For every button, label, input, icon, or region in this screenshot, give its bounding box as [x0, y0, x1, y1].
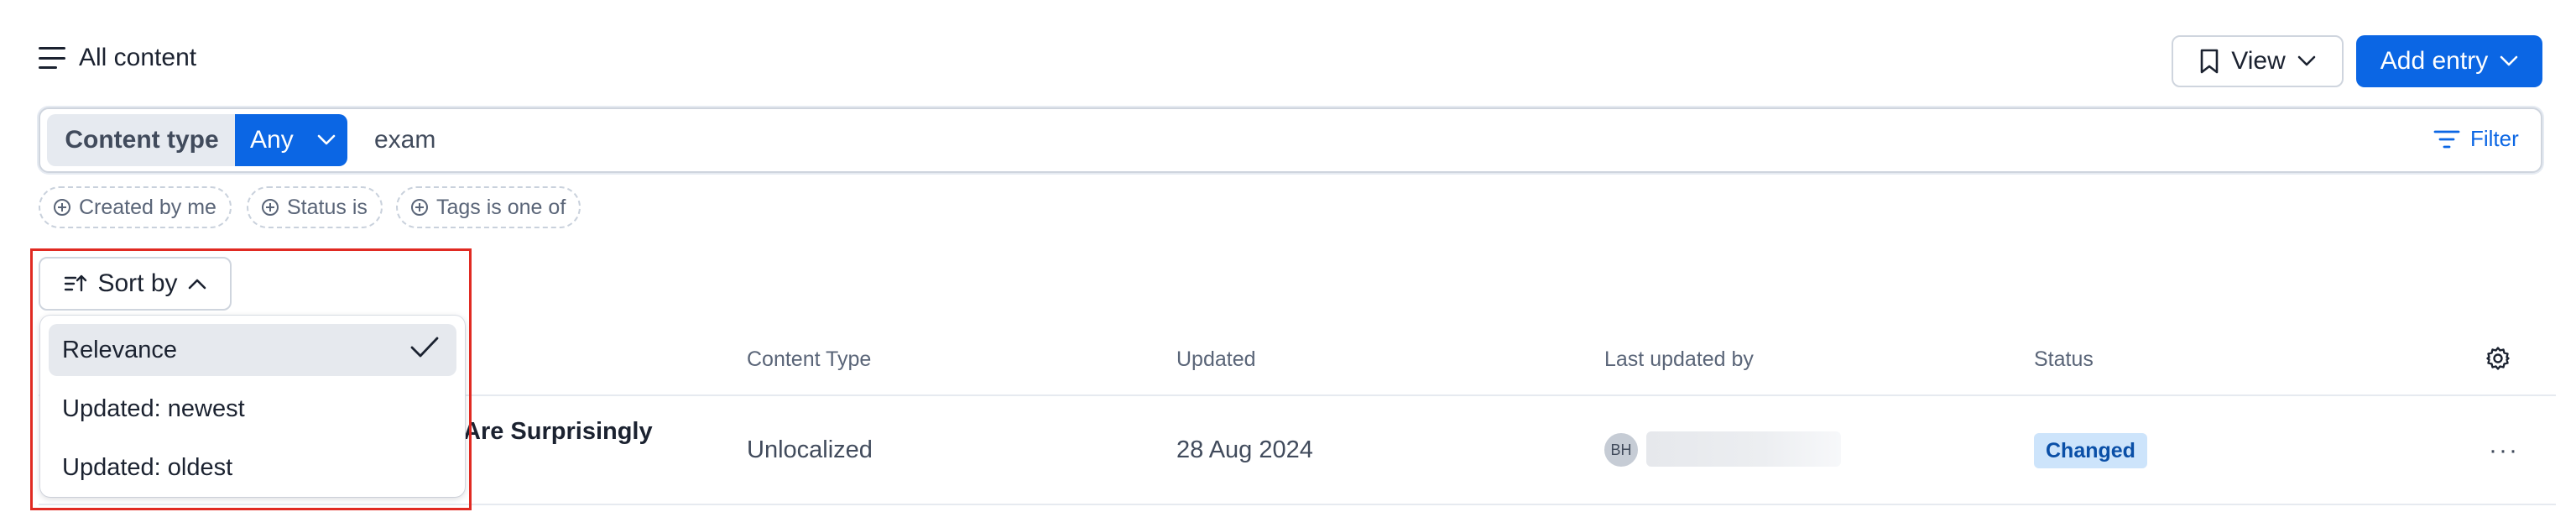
chip-label: Status is: [287, 195, 368, 219]
column-header-updated[interactable]: Updated: [1176, 347, 1256, 372]
avatar: BH: [1603, 431, 1640, 468]
view-button-label: View: [2231, 47, 2286, 75]
plus-circle-icon: [411, 199, 428, 216]
content-type-select[interactable]: Any: [235, 114, 347, 166]
column-header-content-type[interactable]: Content Type: [747, 347, 871, 372]
filter-label: Filter: [2470, 126, 2519, 151]
chip-tags-is-one-of[interactable]: Tags is one of: [396, 186, 581, 228]
search-input[interactable]: [374, 118, 2388, 163]
chip-label: Created by me: [79, 195, 216, 219]
filter-icon: [2433, 130, 2460, 148]
chip-label: Tags is one of: [436, 195, 566, 219]
view-button[interactable]: View: [2172, 35, 2344, 87]
column-header-last-updated-by[interactable]: Last updated by: [1604, 347, 1754, 372]
cell-updated: 28 Aug 2024: [1176, 436, 1313, 463]
content-type-value: Any: [250, 126, 294, 154]
blurred-user-name: [1646, 431, 1841, 467]
add-entry-button[interactable]: Add entry: [2356, 35, 2542, 87]
gear-icon[interactable]: [2485, 346, 2511, 371]
add-entry-label: Add entry: [2380, 47, 2489, 75]
status-badge: Changed: [2034, 433, 2147, 468]
chip-created-by-me[interactable]: Created by me: [39, 186, 232, 228]
plus-circle-icon: [262, 199, 279, 216]
chevron-down-icon: [317, 134, 336, 145]
plus-circle-icon: [54, 199, 70, 216]
chevron-down-icon: [2297, 55, 2316, 66]
cell-content-type: Unlocalized: [747, 436, 873, 463]
bookmark-icon: [2200, 49, 2219, 74]
more-icon[interactable]: ···: [2489, 436, 2519, 465]
filter-button[interactable]: Filter: [2433, 126, 2519, 152]
hamburger-icon: [39, 47, 65, 69]
content-type-label: Content type: [47, 114, 237, 166]
page-title: All content: [79, 44, 197, 71]
entry-title[interactable]: Are Surprisingly: [463, 418, 653, 446]
highlight-box: [30, 248, 472, 510]
column-header-status[interactable]: Status: [2034, 347, 2094, 372]
chevron-down-icon: [2500, 55, 2518, 66]
all-content-menu[interactable]: All content: [39, 44, 196, 72]
chip-status-is[interactable]: Status is: [247, 186, 383, 228]
